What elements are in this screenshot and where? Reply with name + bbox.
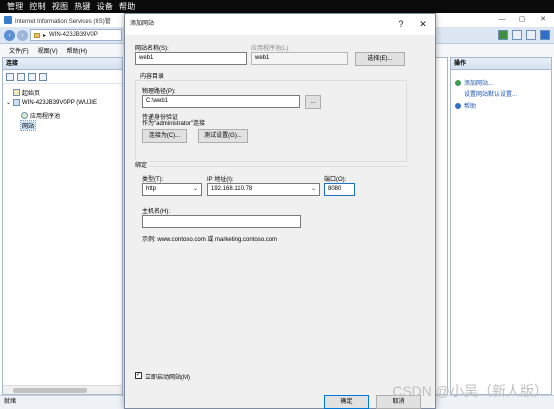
hostname-label: 主机名(H): <box>142 209 170 215</box>
action-add-site[interactable]: 添加网站... <box>455 78 493 87</box>
type-label: 类型(T): <box>142 177 164 183</box>
menu-manage[interactable]: 管理 <box>7 1 23 12</box>
connections-panel: 连接 起始页 ⌄ WIN-423JB39V0PP (WUJIE 应用程序池 › <box>2 57 123 395</box>
physical-path-input[interactable]: C:\web1 <box>142 95 300 108</box>
tree-server[interactable]: ⌄ WIN-423JB39V0PP (WUJIE <box>6 99 97 106</box>
connect-as-button[interactable]: 连接为(C)... <box>142 129 187 143</box>
action-help[interactable]: 帮助 <box>455 101 476 110</box>
binding-separator <box>135 166 407 167</box>
add-site-icon <box>455 79 461 86</box>
port-label: 端口(O): <box>324 177 347 183</box>
menu-control[interactable]: 控制 <box>29 1 45 12</box>
help-circle-icon <box>455 102 461 109</box>
breadcrumb-arrow-icon: ▸ <box>43 32 47 39</box>
stop-icon[interactable] <box>512 30 522 40</box>
home-icon[interactable] <box>526 30 536 40</box>
select-app-pool-button[interactable]: 选择(E)... <box>355 52 405 66</box>
menu-view-iis[interactable]: 视图(V) <box>38 46 58 55</box>
add-website-dialog: 添加网站 ? ✕ 网站名称(S): web1 应用程序池(L): web1 选择… <box>124 13 436 409</box>
app-pool-label: 应用程序池(L): <box>251 46 291 52</box>
address-text: WIN-423JB39V0P <box>49 32 98 38</box>
ip-address-label: IP 地址(I): <box>207 177 234 183</box>
connections-toolbar <box>3 70 122 84</box>
connection-manager-icon[interactable] <box>39 72 47 81</box>
dialog-title: 添加网站 <box>130 21 155 27</box>
address-path[interactable]: ▸ WIN-423JB39V0P <box>30 29 122 41</box>
save-icon[interactable] <box>17 72 25 81</box>
folder-icon <box>34 32 40 38</box>
menu-help-iis[interactable]: 帮助(H) <box>67 46 87 55</box>
connect-as-text: 作为"administrator"连接 <box>142 121 205 127</box>
actions-title: 操作 <box>451 58 551 70</box>
close-window-icon[interactable]: ✕ <box>533 13 553 27</box>
type-dropdown-icon: ⌄ <box>192 186 198 192</box>
ok-button[interactable]: 确定 <box>324 395 369 409</box>
type-value: http <box>146 186 157 192</box>
type-select[interactable]: http ⌄ <box>142 183 202 196</box>
hostname-input[interactable] <box>142 215 301 228</box>
start-page-icon <box>13 89 20 96</box>
connect-icon[interactable] <box>6 72 14 81</box>
back-icon[interactable]: ‹ <box>4 30 15 41</box>
dialog-close-icon[interactable]: ✕ <box>415 14 431 35</box>
expand-chevron-icon: ⌄ <box>6 100 12 106</box>
menu-hotkey[interactable]: 热键 <box>74 1 90 12</box>
app-pool-input: web1 <box>251 52 348 65</box>
content-directory-label: 内容目录 <box>139 71 166 80</box>
help-icon[interactable] <box>540 30 550 40</box>
remote-desktop-menubar: 管理 控制 视图 热键 设备 帮助 <box>0 0 554 13</box>
csdn-watermark: CSDN @小吴（新人版） <box>392 383 548 399</box>
up-folder-icon[interactable] <box>28 72 36 81</box>
server-icon <box>13 99 21 106</box>
start-immediately-checkbox[interactable]: ✓ <box>135 372 142 379</box>
action-site-defaults[interactable]: 设置网站默认设置... <box>464 89 517 98</box>
test-settings-button[interactable]: 测试设置(G)... <box>198 129 248 143</box>
port-input[interactable]: 8080 <box>324 183 355 196</box>
tree-start-page[interactable]: 起始页 <box>13 88 40 97</box>
menu-view[interactable]: 视图 <box>52 1 68 12</box>
ip-address-select[interactable]: 192.168.110.78 ⌄ <box>207 183 320 196</box>
ip-address-value: 192.168.110.78 <box>211 186 253 192</box>
menu-help[interactable]: 帮助 <box>119 1 135 12</box>
dialog-title-bar: 添加网站 <box>125 14 435 35</box>
tree-app-pools[interactable]: 应用程序池 <box>21 111 60 120</box>
iis-title: Internet Information Services (IIS)管 <box>15 18 111 25</box>
iis-app-icon <box>4 16 12 24</box>
menu-device[interactable]: 设备 <box>97 1 113 12</box>
ip-dropdown-icon: ⌄ <box>310 186 316 192</box>
connections-title: 连接 <box>3 58 122 70</box>
scrollbar-thumb[interactable] <box>13 388 87 393</box>
maximize-icon[interactable]: ▢ <box>512 13 532 27</box>
hostname-example: 示例: www.contoso.com 或 marketing.contoso.… <box>142 237 278 243</box>
app-pool-icon <box>21 112 28 119</box>
binding-label: 绑定 <box>135 160 150 169</box>
menu-file[interactable]: 文件(F) <box>9 46 29 55</box>
actions-panel: 操作 添加网站... 设置网站默认设置... 帮助 <box>450 57 552 395</box>
connections-hscrollbar[interactable] <box>3 385 122 394</box>
refresh-icon[interactable] <box>498 30 508 40</box>
dialog-help-icon[interactable]: ? <box>393 14 409 35</box>
tree-sites[interactable]: › 网站 <box>19 120 37 131</box>
site-name-label: 网站名称(S): <box>135 46 169 52</box>
minimize-icon[interactable]: — <box>492 13 512 27</box>
site-name-input[interactable]: web1 <box>135 52 247 65</box>
browse-path-button[interactable]: ... <box>305 95 321 109</box>
start-immediately-label: 立即启动网站(M) <box>145 375 190 381</box>
physical-path-label: 物理路径(P): <box>142 89 176 95</box>
forward-icon[interactable]: › <box>17 30 28 41</box>
